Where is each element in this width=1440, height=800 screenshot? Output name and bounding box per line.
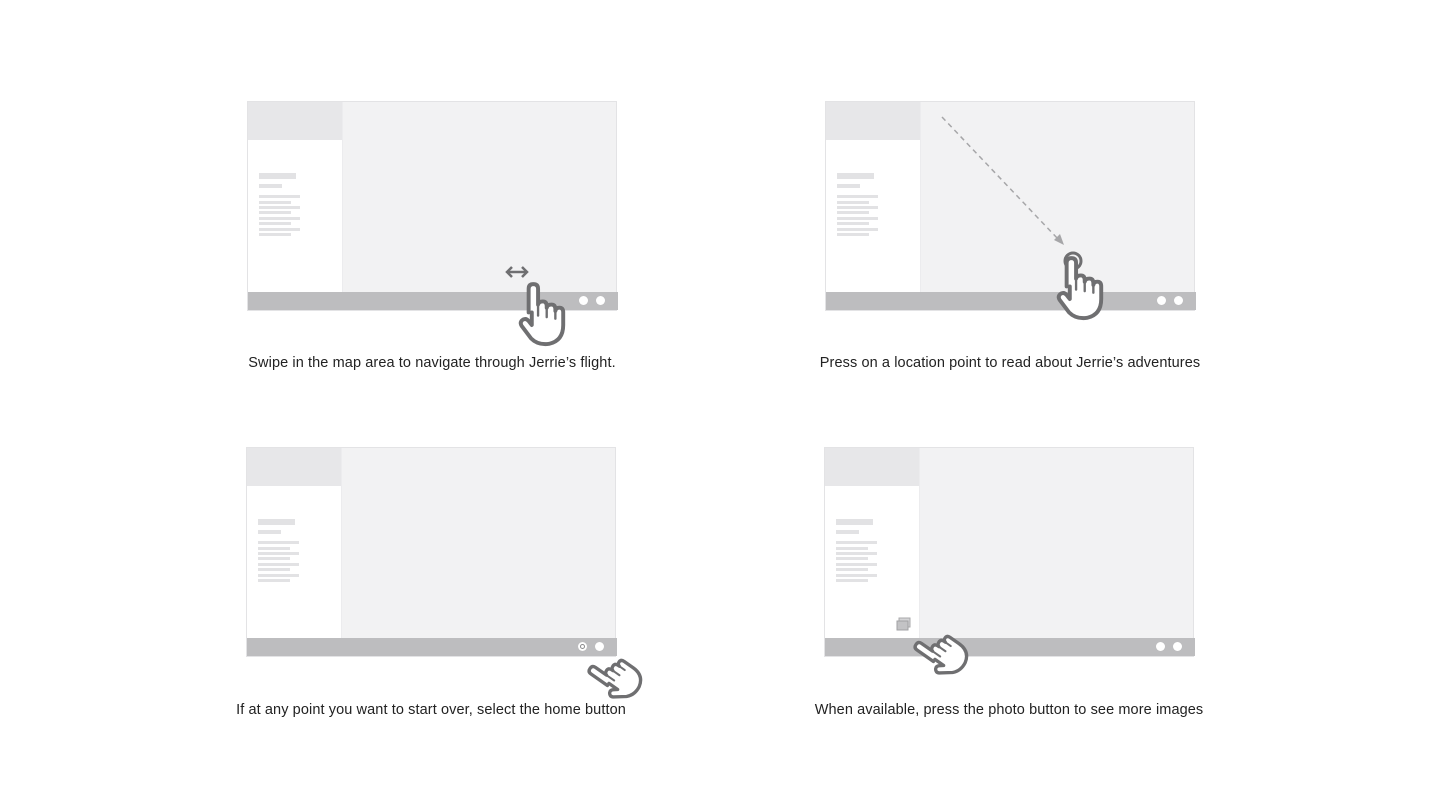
caption-photo: When available, press the photo button t… (814, 702, 1204, 718)
photo-button[interactable] (596, 296, 605, 305)
caption-swipe: Swipe in the map area to navigate throug… (248, 355, 616, 371)
swipe-arrows-icon (505, 266, 529, 278)
home-button[interactable] (1156, 642, 1165, 651)
location-point-icon[interactable] (825, 101, 1195, 311)
map-area[interactable] (342, 102, 618, 294)
panel-swipe: Swipe in the map area to navigate throug… (247, 101, 618, 371)
panel-press-location: Press on a location point to read about … (820, 101, 1200, 371)
caption-press-location: Press on a location point to read about … (819, 355, 1201, 371)
map-area[interactable] (341, 448, 617, 640)
tap-hand-icon (908, 622, 974, 685)
mock-sidebar (247, 448, 342, 640)
mock-sidebar (825, 448, 920, 640)
panel-photo: When available, press the photo button t… (815, 447, 1203, 718)
mock-sidebar-header (248, 102, 342, 140)
caption-home: If at any point you want to start over, … (236, 702, 626, 718)
tap-hand-icon (582, 646, 648, 709)
swipe-hand-icon (518, 282, 566, 347)
app-mockup (247, 101, 618, 311)
mock-sidebar-header (247, 448, 341, 486)
mock-sidebar (248, 102, 343, 294)
mock-sidebar-header (825, 448, 919, 486)
photo-button[interactable] (1173, 642, 1182, 651)
app-mockup (824, 447, 1195, 657)
panel-home: If at any point you want to start over, … (236, 447, 648, 718)
tap-hand-icon (1056, 256, 1104, 321)
map-area[interactable] (919, 448, 1195, 640)
mock-footer (247, 638, 617, 656)
app-mockup (246, 447, 617, 657)
mock-footer (825, 638, 1195, 656)
home-button[interactable] (579, 296, 588, 305)
